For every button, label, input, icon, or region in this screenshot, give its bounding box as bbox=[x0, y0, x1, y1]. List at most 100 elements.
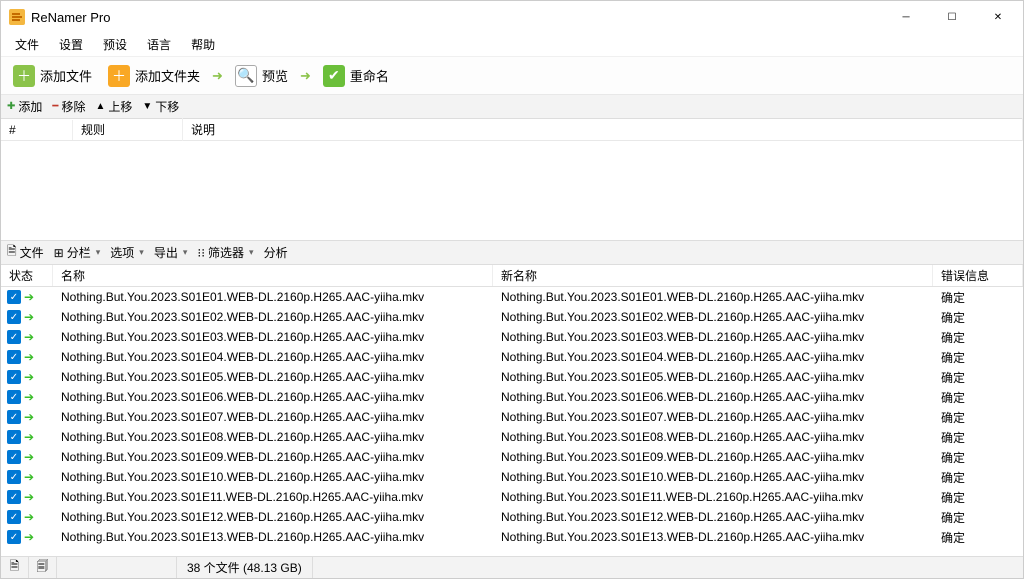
files-list[interactable]: ✓➔Nothing.But.You.2023.S01E01.WEB-DL.216… bbox=[1, 287, 1023, 556]
checkbox-icon[interactable]: ✓ bbox=[7, 430, 21, 444]
files-col-state[interactable]: 状态 bbox=[1, 265, 53, 286]
rule-add-label: 添加 bbox=[18, 98, 42, 115]
rules-col-desc[interactable]: 说明 bbox=[183, 118, 1023, 141]
columns-icon: ⊞ bbox=[54, 246, 64, 260]
add-file-icon: ＋ bbox=[13, 65, 35, 87]
files-toolbar: 🗎 文件 ⊞ 分栏 选项 导出 ⁝⁝ 筛选器 分析 bbox=[1, 241, 1023, 265]
file-status: 确定 bbox=[933, 349, 1023, 366]
checkbox-icon[interactable]: ✓ bbox=[7, 370, 21, 384]
main-toolbar: ＋ 添加文件 ＋ 添加文件夹 ➜ 🔍 预览 ➜ ✔ 重命名 bbox=[1, 57, 1023, 95]
menu-help[interactable]: 帮助 bbox=[181, 33, 225, 56]
minimize-button[interactable]: ─ bbox=[883, 2, 929, 32]
file-newname: Nothing.But.You.2023.S01E06.WEB-DL.2160p… bbox=[493, 390, 933, 404]
file-name: Nothing.But.You.2023.S01E11.WEB-DL.2160p… bbox=[53, 490, 493, 504]
status-arrow-icon: ➔ bbox=[24, 410, 34, 424]
file-row[interactable]: ✓➔Nothing.But.You.2023.S01E03.WEB-DL.216… bbox=[1, 327, 1023, 347]
checkbox-icon[interactable]: ✓ bbox=[7, 330, 21, 344]
checkbox-icon[interactable]: ✓ bbox=[7, 470, 21, 484]
status-arrow-icon: ➔ bbox=[24, 470, 34, 484]
file-row[interactable]: ✓➔ Nothing.But.You.2023.S01E06.WEB-DL.216… bbox=[1, 387, 1023, 407]
status-arrow-icon: ➔ bbox=[24, 490, 34, 504]
files-menu-export[interactable]: 导出 bbox=[154, 244, 188, 261]
file-name: Nothing.But.You.2023.S01E01.WEB-DL.2160p… bbox=[53, 290, 493, 304]
add-folders-button[interactable]: ＋ 添加文件夹 bbox=[102, 61, 206, 91]
file-row[interactable]: ✓➔Nothing.But.You.2023.S01E13.WEB-DL.216… bbox=[1, 527, 1023, 547]
status-arrow-icon: ➔ bbox=[24, 430, 34, 444]
file-row[interactable]: ✓➔ Nothing.But.You.2023.S01E10.WEB-DL.216… bbox=[1, 467, 1023, 487]
add-files-button[interactable]: ＋ 添加文件 bbox=[7, 61, 98, 91]
rename-button[interactable]: ✔ 重命名 bbox=[317, 61, 395, 91]
preview-icon: 🔍 bbox=[235, 65, 257, 87]
status-arrow-icon: ➔ bbox=[24, 450, 34, 464]
files-col-name[interactable]: 名称 bbox=[53, 265, 493, 286]
file-row[interactable]: ✓➔ Nothing.But.You.2023.S01E09.WEB-DL.216… bbox=[1, 447, 1023, 467]
document-icon: 🗎 bbox=[7, 242, 17, 263]
file-row[interactable]: ✓➔Nothing.But.You.2023.S01E08.WEB-DL.216… bbox=[1, 427, 1023, 447]
file-row[interactable]: ✓➔ Nothing.But.You.2023.S01E04.WEB-DL.216… bbox=[1, 347, 1023, 367]
menu-settings[interactable]: 设置 bbox=[49, 33, 93, 56]
rule-add-button[interactable]: ✚ 添加 bbox=[7, 98, 42, 115]
add-files-label: 添加文件 bbox=[40, 66, 92, 85]
status-arrow-icon: ➔ bbox=[24, 350, 34, 364]
files-menu-analyze[interactable]: 分析 bbox=[264, 244, 288, 261]
close-button[interactable]: ✕ bbox=[975, 2, 1021, 32]
filter-icon: ⁝⁝ bbox=[197, 246, 205, 260]
file-name: Nothing.But.You.2023.S01E10.WEB-DL.2160p… bbox=[53, 470, 493, 484]
checkbox-icon[interactable]: ✓ bbox=[7, 530, 21, 544]
file-status: 确定 bbox=[933, 469, 1023, 486]
file-row[interactable]: ✓➔Nothing.But.You.2023.S01E05.WEB-DL.216… bbox=[1, 367, 1023, 387]
files-menu-filter[interactable]: ⁝⁝ 筛选器 bbox=[197, 244, 253, 261]
file-status: 确定 bbox=[933, 509, 1023, 526]
checkbox-icon[interactable]: ✓ bbox=[7, 490, 21, 504]
checkbox-icon[interactable]: ✓ bbox=[7, 310, 21, 324]
checkbox-icon[interactable]: ✓ bbox=[7, 290, 21, 304]
rules-list[interactable] bbox=[1, 141, 1023, 241]
rule-down-button[interactable]: ▼ 下移 bbox=[142, 98, 179, 115]
file-status: 确定 bbox=[933, 369, 1023, 386]
file-newname: Nothing.But.You.2023.S01E09.WEB-DL.2160p… bbox=[493, 450, 933, 464]
file-newname: Nothing.But.You.2023.S01E01.WEB-DL.2160p… bbox=[493, 290, 933, 304]
file-newname: Nothing.But.You.2023.S01E11.WEB-DL.2160p… bbox=[493, 490, 933, 504]
checkbox-icon[interactable]: ✓ bbox=[7, 410, 21, 424]
file-newname: Nothing.But.You.2023.S01E05.WEB-DL.2160p… bbox=[493, 370, 933, 384]
rules-col-num[interactable]: # bbox=[1, 120, 73, 140]
file-status: 确定 bbox=[933, 329, 1023, 346]
file-row[interactable]: ✓➔ Nothing.But.You.2023.S01E11.WEB-DL.216… bbox=[1, 487, 1023, 507]
status-icon-2[interactable]: 🗐 bbox=[29, 557, 57, 578]
status-arrow-icon: ➔ bbox=[24, 390, 34, 404]
files-menu-columns[interactable]: ⊞ 分栏 bbox=[54, 244, 101, 261]
rule-remove-button[interactable]: ━ 移除 bbox=[52, 98, 85, 115]
checkbox-icon[interactable]: ✓ bbox=[7, 450, 21, 464]
files-menu-options[interactable]: 选项 bbox=[110, 244, 144, 261]
preview-button[interactable]: 🔍 预览 bbox=[229, 61, 294, 91]
rule-up-button[interactable]: ▲ 上移 bbox=[95, 98, 132, 115]
maximize-button[interactable]: ☐ bbox=[929, 2, 975, 32]
menu-presets[interactable]: 预设 bbox=[93, 33, 137, 56]
file-name: Nothing.But.You.2023.S01E05.WEB-DL.2160p… bbox=[53, 370, 493, 384]
file-row[interactable]: ✓➔Nothing.But.You.2023.S01E07.WEB-DL.216… bbox=[1, 407, 1023, 427]
checkbox-icon[interactable]: ✓ bbox=[7, 510, 21, 524]
statusbar: 🗎 🗐 38 个文件 (48.13 GB) bbox=[1, 556, 1023, 578]
status-arrow-icon: ➔ bbox=[24, 310, 34, 324]
rules-col-rule[interactable]: 规则 bbox=[73, 118, 183, 141]
file-name: Nothing.But.You.2023.S01E04.WEB-DL.2160p… bbox=[53, 350, 493, 364]
status-icon-1[interactable]: 🗎 bbox=[1, 557, 29, 578]
file-status: 确定 bbox=[933, 489, 1023, 506]
menu-language[interactable]: 语言 bbox=[137, 33, 181, 56]
status-arrow-icon: ➔ bbox=[24, 530, 34, 544]
file-name: Nothing.But.You.2023.S01E02.WEB-DL.2160p… bbox=[53, 310, 493, 324]
minus-icon: ━ bbox=[52, 101, 58, 112]
file-row[interactable]: ✓➔ Nothing.But.You.2023.S01E02.WEB-DL.216… bbox=[1, 307, 1023, 327]
file-row[interactable]: ✓➔Nothing.But.You.2023.S01E01.WEB-DL.216… bbox=[1, 287, 1023, 307]
add-folders-label: 添加文件夹 bbox=[135, 66, 200, 85]
file-row[interactable]: ✓➔Nothing.But.You.2023.S01E12.WEB-DL.216… bbox=[1, 507, 1023, 527]
rename-label: 重命名 bbox=[350, 66, 389, 85]
files-menu-files[interactable]: 🗎 文件 bbox=[7, 242, 44, 263]
menu-file[interactable]: 文件 bbox=[5, 33, 49, 56]
file-name: Nothing.But.You.2023.S01E06.WEB-DL.2160p… bbox=[53, 390, 493, 404]
files-col-error[interactable]: 错误信息 bbox=[933, 265, 1023, 286]
checkbox-icon[interactable]: ✓ bbox=[7, 390, 21, 404]
checkbox-icon[interactable]: ✓ bbox=[7, 350, 21, 364]
files-col-newname[interactable]: 新名称 bbox=[493, 265, 933, 286]
preview-label: 预览 bbox=[262, 66, 288, 85]
